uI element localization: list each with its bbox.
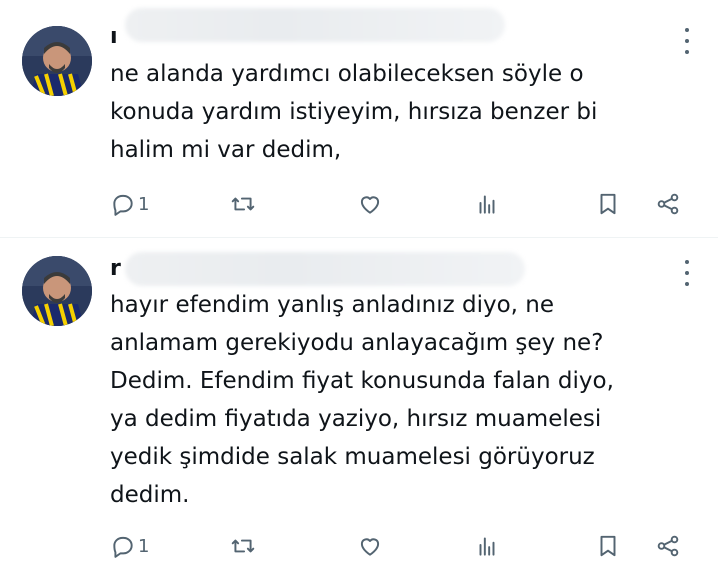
more-options-icon[interactable] (684, 260, 690, 286)
action-bar: 1 (110, 188, 695, 220)
share-button[interactable] (655, 530, 681, 562)
retweet-icon (231, 539, 255, 553)
views-button[interactable] (474, 188, 500, 220)
retweet-button[interactable] (230, 188, 256, 220)
views-button[interactable] (474, 530, 500, 562)
views-icon (479, 537, 495, 556)
share-button[interactable] (655, 188, 681, 220)
reply-icon (113, 194, 133, 216)
avatar[interactable] (22, 256, 92, 326)
like-icon (360, 196, 380, 214)
reply-button[interactable]: 1 (110, 188, 149, 220)
retweet-button[interactable] (230, 530, 256, 562)
action-bar: 1 (110, 530, 695, 562)
redacted-username (125, 8, 505, 42)
reply-tweet[interactable]: ı ne alanda yardımcı olabileceksen söyle… (0, 0, 718, 238)
bookmark-icon (600, 193, 616, 215)
like-button[interactable] (357, 530, 383, 562)
like-button[interactable] (357, 188, 383, 220)
retweet-icon (231, 197, 255, 211)
bookmark-button[interactable] (595, 188, 621, 220)
like-icon (360, 538, 380, 556)
reply-button[interactable]: 1 (110, 530, 149, 562)
avatar-image (22, 26, 92, 96)
reply-icon (113, 536, 133, 558)
bookmark-button[interactable] (595, 530, 621, 562)
tweet-text: hayır efendim yanlış anladınız diyo, ne … (110, 292, 614, 508)
author-name[interactable]: ı (110, 24, 118, 49)
bookmark-icon (600, 535, 616, 557)
share-icon (657, 535, 679, 557)
author-name[interactable]: r (110, 256, 121, 281)
reply-count: 1 (138, 535, 150, 557)
avatar-image (22, 256, 92, 326)
share-icon (657, 193, 679, 215)
views-icon (479, 195, 495, 214)
tweet-text: ne alanda yardımcı olabileceksen söyle o… (110, 61, 598, 163)
avatar[interactable] (22, 26, 92, 96)
reply-tweet[interactable]: r hayır efendim yanlış anladınız diyo, n… (0, 238, 718, 586)
more-options-icon[interactable] (684, 28, 690, 54)
reply-count: 1 (138, 193, 150, 215)
redacted-username (125, 252, 525, 286)
